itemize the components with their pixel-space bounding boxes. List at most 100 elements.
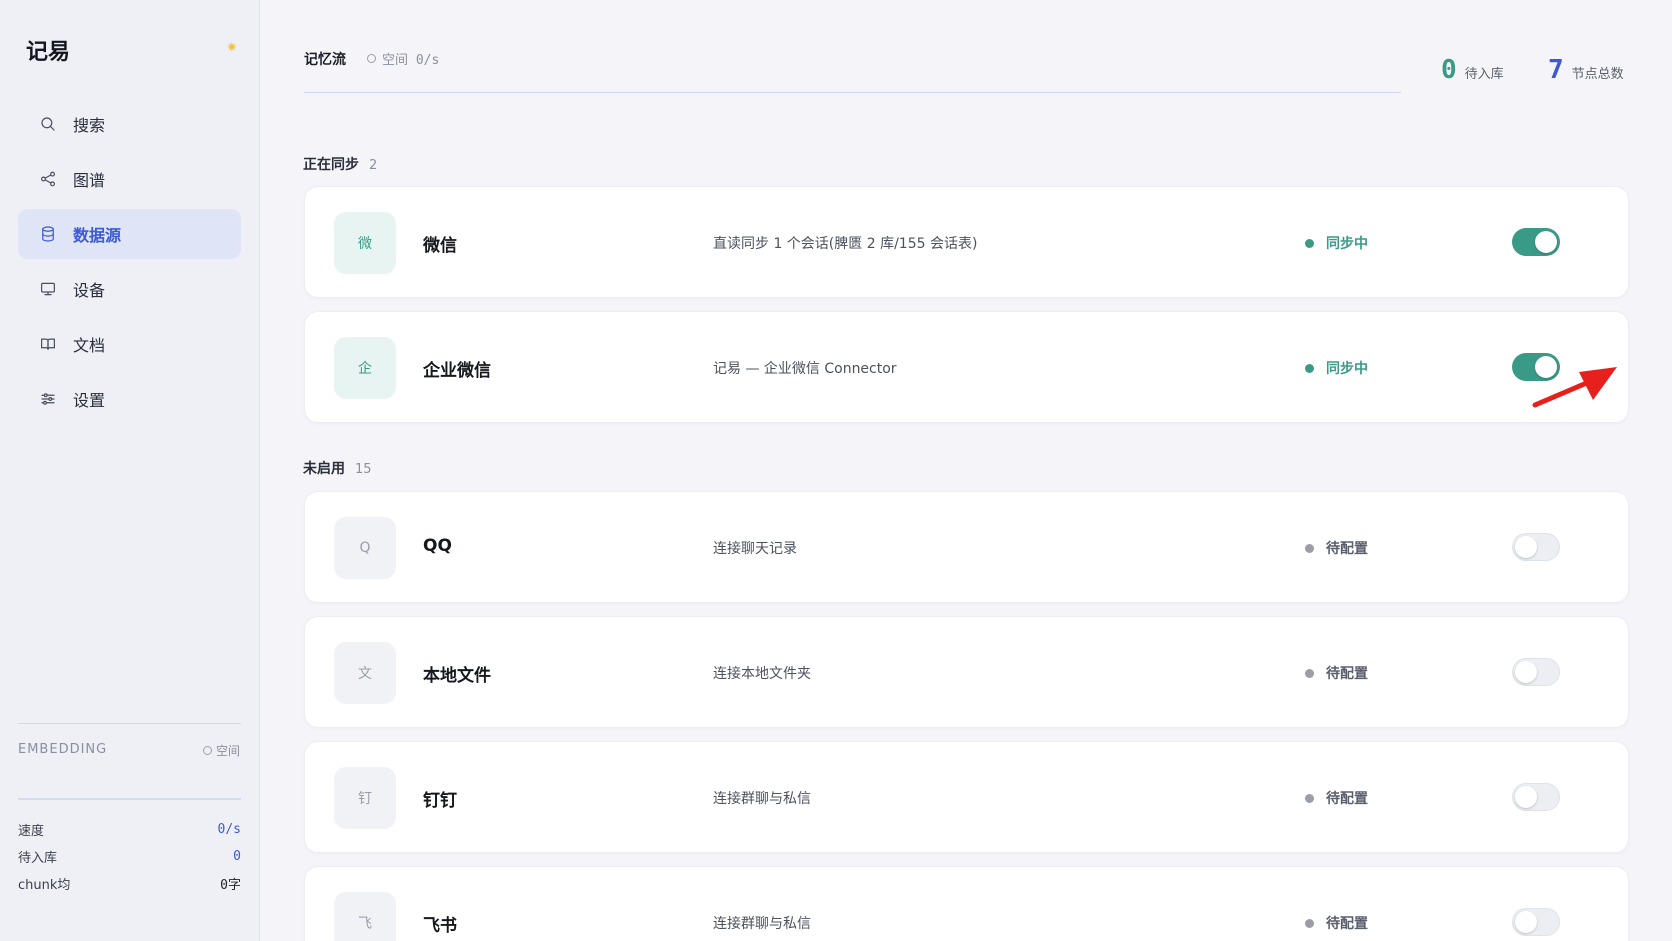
brand-title: 记易 xyxy=(26,40,71,65)
sidebar-item-label: 数据源 xyxy=(73,226,122,245)
status-text: 待配置 xyxy=(1326,791,1368,807)
source-name: QQ xyxy=(423,536,452,556)
annotation-arrow-icon xyxy=(1532,367,1617,408)
stat-label: chunk均 xyxy=(18,878,71,893)
sidebar-item-graph[interactable]: 图谱 xyxy=(18,154,241,204)
stat-label: 待入库 xyxy=(18,851,58,866)
embedding-status: 空间 xyxy=(202,742,240,759)
section-syncing-heading: 正在同步 2 xyxy=(303,154,377,174)
kpi-value: 7 xyxy=(1548,55,1564,85)
source-name: 企业微信 xyxy=(423,361,491,381)
section-title: 未启用 xyxy=(303,461,345,477)
sidebar-nav: 搜索 图谱 数据源 设备 文档 设置 xyxy=(18,99,241,429)
source-description: 连接群聊与私信 xyxy=(713,916,811,932)
kpi-value: 0 xyxy=(1441,55,1457,85)
sidebar-item-settings[interactable]: 设置 xyxy=(18,374,241,424)
embedding-stats: 速度 0/s 待入库 0 chunk均 0字 xyxy=(18,816,241,897)
app-window: 记易 ✷ 搜索 图谱 数据源 设备 文档 设置 EMBEDDING 空间 速度 … xyxy=(0,0,1672,941)
status-dot-icon xyxy=(1305,363,1314,373)
status-text: 同步中 xyxy=(1326,361,1368,377)
status-text: 待配置 xyxy=(1326,916,1368,932)
source-description: 连接本地文件夹 xyxy=(713,666,811,682)
embedding-progress-bar xyxy=(18,798,241,800)
stat-pending: 待入库 0 xyxy=(18,843,241,870)
sidebar-item-docs[interactable]: 文档 xyxy=(18,319,241,369)
source-toggle[interactable] xyxy=(1512,658,1560,686)
stat-value: 0 xyxy=(233,849,241,864)
share-graph-icon xyxy=(38,169,58,189)
source-card-wechat: 微 微信 直读同步 1 个会话(脾匮 2 库/155 会话表) 同步中 xyxy=(304,186,1629,298)
sidebar-item-label: 文档 xyxy=(73,336,106,355)
source-name: 钉钉 xyxy=(423,791,457,811)
sliders-icon xyxy=(38,389,58,409)
sidebar-item-label: 设置 xyxy=(73,391,106,410)
status-badge: 待配置 xyxy=(1305,538,1368,558)
sidebar-item-label: 设备 xyxy=(73,281,106,300)
status-dot-icon xyxy=(1305,668,1314,678)
source-toggle[interactable] xyxy=(1512,908,1560,936)
sidebar-item-search[interactable]: 搜索 xyxy=(18,99,241,149)
source-description: 连接聊天记录 xyxy=(713,541,797,557)
source-badge: Q xyxy=(334,517,396,579)
status-badge: 同步中 xyxy=(1305,358,1368,378)
source-toggle[interactable] xyxy=(1512,533,1560,561)
status-badge: 同步中 xyxy=(1305,233,1368,253)
source-toggle[interactable] xyxy=(1512,228,1560,256)
kpi-label: 节点总数 xyxy=(1571,67,1624,82)
section-count: 2 xyxy=(369,158,378,173)
status-text: 待配置 xyxy=(1326,541,1368,557)
database-icon xyxy=(38,224,58,244)
section-count: 15 xyxy=(355,462,372,477)
status-badge: 待配置 xyxy=(1305,663,1368,683)
source-card-local-files: 文 本地文件 连接本地文件夹 待配置 xyxy=(304,616,1629,728)
book-icon xyxy=(38,334,58,354)
source-description: 连接群聊与私信 xyxy=(713,791,811,807)
source-description: 记易 — 企业微信 Connector xyxy=(713,361,897,377)
section-title: 正在同步 xyxy=(303,157,359,173)
source-card-dingtalk: 钉 钉钉 连接群聊与私信 待配置 xyxy=(304,741,1629,853)
source-card-qq: Q QQ 连接聊天记录 待配置 xyxy=(304,491,1629,603)
kpi-label: 待入库 xyxy=(1464,67,1504,82)
sidebar: 记易 ✷ 搜索 图谱 数据源 设备 文档 设置 EMBEDDING 空间 速度 … xyxy=(0,0,260,941)
source-badge: 钉 xyxy=(334,767,396,829)
toggle-knob xyxy=(1515,911,1537,933)
stat-speed: 速度 0/s xyxy=(18,816,241,843)
stat-value: 0/s xyxy=(217,822,241,837)
source-badge: 企 xyxy=(334,337,396,399)
status-ring-icon xyxy=(367,54,376,63)
stat-chunk-avg: chunk均 0字 xyxy=(18,870,241,897)
sidebar-item-datasources[interactable]: 数据源 xyxy=(18,209,241,259)
status-dot-icon xyxy=(1305,238,1314,248)
status-dot-icon xyxy=(1305,918,1314,928)
tab-underline xyxy=(304,92,1401,93)
source-description: 直读同步 1 个会话(脾匮 2 库/155 会话表) xyxy=(713,236,978,252)
source-toggle[interactable] xyxy=(1512,783,1560,811)
status-badge: 待配置 xyxy=(1305,788,1368,808)
search-icon xyxy=(38,114,58,134)
sidebar-item-label: 图谱 xyxy=(73,171,106,190)
kpi-pending: 0 待入库 xyxy=(1441,55,1504,85)
tab-memory-stream[interactable]: 记忆流 xyxy=(304,49,346,69)
source-card-wecom: 企 企业微信 记易 — 企业微信 Connector 同步中 xyxy=(304,311,1629,423)
source-name: 飞书 xyxy=(423,916,457,936)
source-name: 本地文件 xyxy=(423,666,491,686)
stat-label: 速度 xyxy=(18,824,45,839)
tab-meta-text: 空间 0/s xyxy=(382,53,440,68)
source-badge: 文 xyxy=(334,642,396,704)
status-text: 待配置 xyxy=(1326,666,1368,682)
toggle-knob xyxy=(1535,231,1557,253)
sidebar-item-label: 搜索 xyxy=(73,116,106,135)
source-card-feishu: 飞 飞书 连接群聊与私信 待配置 xyxy=(304,866,1629,941)
status-text: 同步中 xyxy=(1326,236,1368,252)
toggle-knob xyxy=(1515,536,1537,558)
embedding-status-text: 空间 xyxy=(215,744,240,758)
stat-value: 0字 xyxy=(220,878,241,893)
status-dot-icon xyxy=(1305,793,1314,803)
status-ring-icon xyxy=(202,746,212,755)
embedding-label: EMBEDDING xyxy=(18,742,108,757)
tab-meta: 空间 0/s xyxy=(367,49,439,68)
sidebar-item-devices[interactable]: 设备 xyxy=(18,264,241,314)
source-name: 微信 xyxy=(423,236,457,256)
monitor-icon xyxy=(38,279,58,299)
kpi-node-total: 7 节点总数 xyxy=(1548,55,1624,85)
